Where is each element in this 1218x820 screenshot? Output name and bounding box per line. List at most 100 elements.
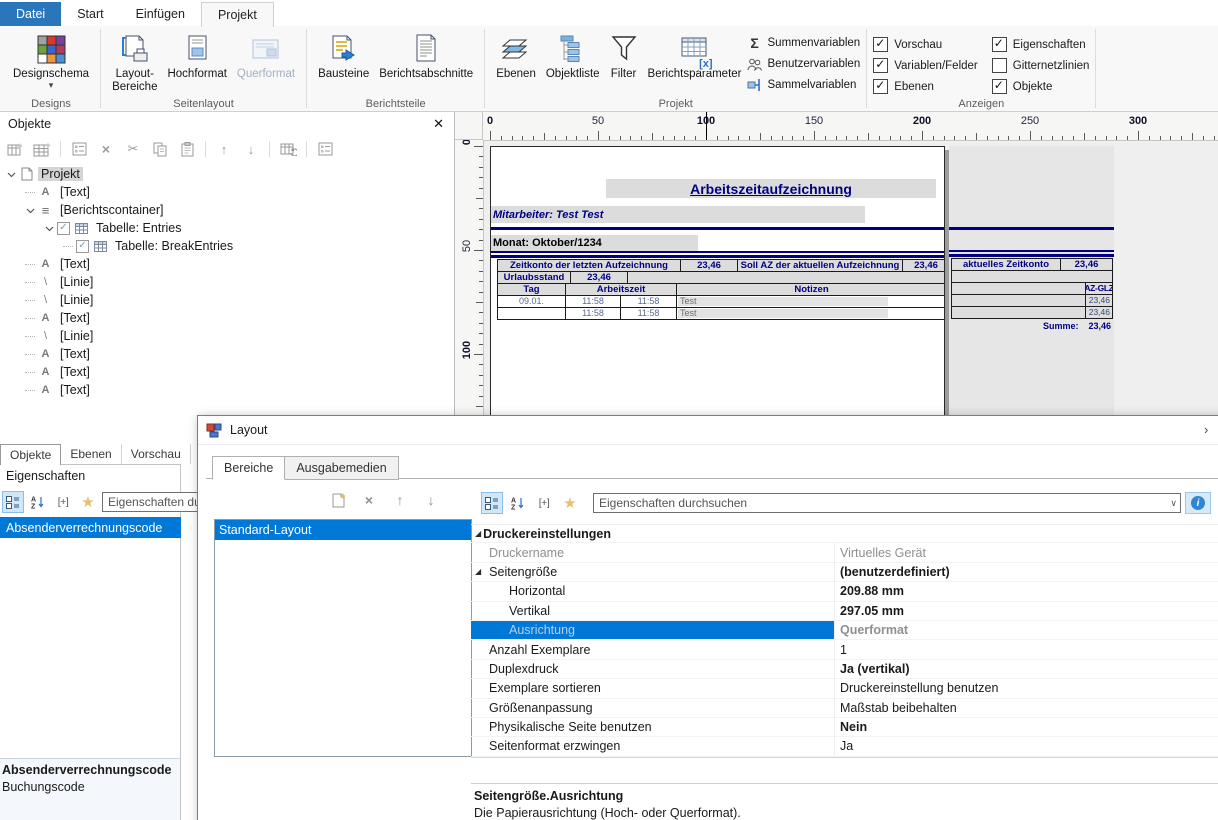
expand-all-button[interactable]: [+] [52,491,74,513]
berichtsparameter-button[interactable]: [x] Berichtsparameter [643,29,747,83]
dialog-close-chevron[interactable]: › [1204,422,1208,437]
report-cell[interactable]: 23,46 [1085,306,1113,319]
property-category-row[interactable]: ◢Druckereinstellungen [471,524,1218,543]
layout-list-item[interactable]: Standard-Layout [215,520,471,540]
report-monat-object[interactable]: Monat: Oktober/1234 [491,235,698,251]
new-layout-icon[interactable] [328,490,348,510]
summenvariablen-button[interactable]: Σ Summenvariablen [747,34,861,52]
tree-item[interactable]: A[Text] [0,345,454,363]
property-row[interactable]: DruckernameVirtuelles Gerät [471,543,1218,562]
properties-icon[interactable] [316,140,334,158]
assign-table-icon[interactable] [279,140,297,158]
report-line[interactable] [491,251,945,253]
property-row[interactable]: Vertikal297.05 mm [471,602,1218,621]
benutzervariablen-button[interactable]: Benutzervariablen [747,55,861,73]
favorites-star-icon[interactable]: ★ [559,492,581,514]
tree-item[interactable]: \[Linie] [0,273,454,291]
tree-checkbox[interactable]: ✓ [57,222,70,235]
designschema-button[interactable]: Designschema ▾ [8,29,94,92]
tree-item[interactable]: A[Text] [0,255,454,273]
tree-item[interactable]: A[Text] [0,363,454,381]
ribbon-tab-einfuegen[interactable]: Einfügen [120,2,201,26]
tree-item[interactable]: \[Linie] [0,291,454,309]
ribbon-checkbox-Objekte[interactable]: Objekte [992,79,1090,94]
ribbon-tab-start[interactable]: Start [61,2,119,26]
ribbon-tab-datei[interactable]: Datei [0,2,61,26]
tree-item[interactable]: ✓Tabelle: BreakEntries [0,237,454,255]
categorized-view-button[interactable] [2,491,24,513]
dialog-search-input[interactable] [593,493,1181,513]
sort-az-button[interactable]: AZ [507,492,529,514]
expander-icon[interactable]: ◢ [475,568,481,576]
paste-icon[interactable] [178,140,196,158]
berichtsabschnitte-button[interactable]: Berichtsabschnitte [374,29,478,83]
tree-item[interactable]: \[Linie] [0,327,454,345]
categorized-view-button[interactable] [481,492,503,514]
tree-expander-icon[interactable] [25,206,36,215]
ribbon-tab-projekt[interactable]: Projekt [201,2,274,27]
report-cell[interactable]: Test [676,307,945,320]
ribbon-checkbox-Eigenschaften[interactable]: Eigenschaften [992,37,1090,52]
layout-listbox[interactable]: Standard-Layout [214,519,472,757]
info-button[interactable]: i [1185,492,1211,514]
report-cell[interactable] [497,307,566,320]
delete-layout-icon[interactable]: × [359,490,379,510]
dialog-tab-Bereiche[interactable]: Bereiche [212,456,285,480]
ebenen-button[interactable]: Ebenen [491,29,541,83]
report-cell[interactable]: 11:58 [565,307,621,320]
expander-icon[interactable]: ◢ [475,530,481,538]
filter-button[interactable]: Filter [605,29,643,83]
property-row[interactable]: DuplexdruckJa (vertikal) [471,660,1218,679]
property-row[interactable]: Seitenformat erzwingenJa [471,737,1218,756]
property-row[interactable]: Exemplare sortierenDruckereinstellung be… [471,679,1218,698]
ribbon-checkbox-Gitternetzlinien[interactable]: Gitternetzlinien [992,58,1090,73]
objektliste-button[interactable]: Objektliste [541,29,605,83]
expand-all-button[interactable]: [+] [533,492,555,514]
report-line[interactable] [491,227,945,230]
property-row[interactable]: GrößenanpassungMaßstab beibehalten [471,699,1218,718]
ribbon-checkbox-Ebenen[interactable]: Ebenen [873,79,978,94]
ribbon-checkbox-Vorschau[interactable]: Vorschau [873,37,978,52]
dialog-tab-Ausgabemedien[interactable]: Ausgabemedien [284,456,398,480]
tree-checkbox[interactable]: ✓ [76,240,89,253]
tree-expander-icon[interactable] [6,170,17,179]
left-tab-Vorschau[interactable]: Vorschau [122,444,191,464]
bausteine-button[interactable]: Bausteine [313,29,374,83]
move-up-icon[interactable]: ↑ [390,490,410,510]
property-row[interactable]: Anzahl Exemplare1 [471,640,1218,659]
chevron-down-icon[interactable]: ∨ [1170,498,1177,509]
left-tab-Objekte[interactable]: Objekte [0,444,61,465]
property-row[interactable]: AusrichtungQuerformat [471,621,1218,640]
selected-property-item[interactable]: Absenderverrechnungscode [0,517,181,538]
delete-icon[interactable]: × [97,140,115,158]
property-row[interactable]: ◢Seitengröße(benutzerdefiniert) [471,563,1218,582]
property-row[interactable]: Physikalische Seite benutzenNein [471,718,1218,737]
sort-az-button[interactable]: AZ [27,491,49,513]
report-summe-row[interactable]: Summe: 23,46 [949,321,1111,331]
property-row[interactable]: Horizontal209.88 mm [471,582,1218,601]
report-line[interactable] [491,255,945,258]
report-mitarbeiter-object[interactable]: Mitarbeiter: Test Test [491,206,865,223]
properties-icon[interactable] [70,140,88,158]
report-cell[interactable]: 11:58 [620,307,677,320]
report-title-object[interactable]: Arbeitszeitaufzeichnung [606,179,936,198]
tree-item[interactable]: Projekt [0,165,454,183]
hochformat-button[interactable]: Hochformat [162,29,231,83]
new-table-icon[interactable] [6,140,24,158]
move-down-icon[interactable]: ↓ [242,140,260,158]
querformat-button[interactable]: Querformat [232,29,300,83]
close-icon[interactable]: ✕ [433,116,444,132]
tree-item[interactable]: A[Text] [0,381,454,399]
tree-item[interactable]: A[Text] [0,309,454,327]
favorites-star-icon[interactable]: ★ [77,491,99,513]
tree-item[interactable]: ✓Tabelle: Entries [0,219,454,237]
tree-expander-icon[interactable] [44,224,55,233]
layout-bereiche-button[interactable]: Layout-Bereiche [107,29,162,96]
dialog-titlebar[interactable]: Layout [198,416,1218,445]
ribbon-checkbox-Variablen/Felder[interactable]: Variablen/Felder [873,58,978,73]
move-down-icon[interactable]: ↓ [421,490,441,510]
tree-item[interactable]: A[Text] [0,183,454,201]
cut-icon[interactable]: ✂ [124,140,142,158]
tree-item[interactable]: ≡[Berichtscontainer] [0,201,454,219]
copy-icon[interactable] [151,140,169,158]
